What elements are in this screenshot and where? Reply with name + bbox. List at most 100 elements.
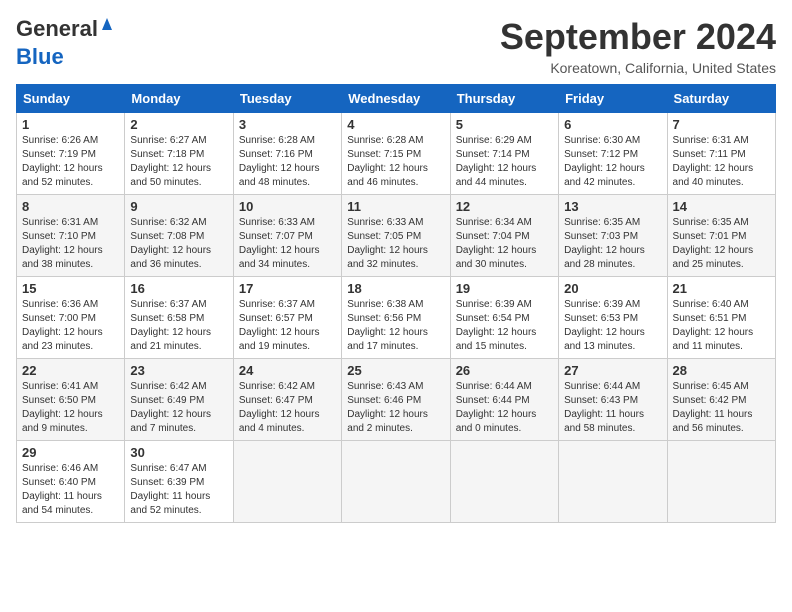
logo-blue: Blue <box>16 44 64 69</box>
day-number: 10 <box>239 199 336 214</box>
cell-content: Sunrise: 6:26 AMSunset: 7:19 PMDaylight:… <box>22 134 119 190</box>
day-number: 24 <box>239 363 336 378</box>
day-number: 29 <box>22 445 119 460</box>
cell-content: Sunrise: 6:44 AMSunset: 6:44 PMDaylight:… <box>456 380 553 436</box>
cell-content: Sunrise: 6:37 AMSunset: 6:57 PMDaylight:… <box>239 298 336 354</box>
calendar-cell: 21 Sunrise: 6:40 AMSunset: 6:51 PMDaylig… <box>667 277 775 359</box>
calendar-cell: 11 Sunrise: 6:33 AMSunset: 7:05 PMDaylig… <box>342 195 450 277</box>
day-number: 25 <box>347 363 444 378</box>
day-number: 2 <box>130 117 227 132</box>
calendar-cell: 7 Sunrise: 6:31 AMSunset: 7:11 PMDayligh… <box>667 113 775 195</box>
calendar-cell: 26 Sunrise: 6:44 AMSunset: 6:44 PMDaylig… <box>450 359 558 441</box>
calendar-week-row: 1 Sunrise: 6:26 AMSunset: 7:19 PMDayligh… <box>17 113 776 195</box>
cell-content: Sunrise: 6:31 AMSunset: 7:11 PMDaylight:… <box>673 134 770 190</box>
calendar-cell: 12 Sunrise: 6:34 AMSunset: 7:04 PMDaylig… <box>450 195 558 277</box>
calendar-cell: 1 Sunrise: 6:26 AMSunset: 7:19 PMDayligh… <box>17 113 125 195</box>
location: Koreatown, California, United States <box>500 60 776 76</box>
calendar-cell: 15 Sunrise: 6:36 AMSunset: 7:00 PMDaylig… <box>17 277 125 359</box>
day-number: 16 <box>130 281 227 296</box>
cell-content: Sunrise: 6:38 AMSunset: 6:56 PMDaylight:… <box>347 298 444 354</box>
cell-content: Sunrise: 6:42 AMSunset: 6:49 PMDaylight:… <box>130 380 227 436</box>
calendar-cell: 29 Sunrise: 6:46 AMSunset: 6:40 PMDaylig… <box>17 441 125 523</box>
day-number: 19 <box>456 281 553 296</box>
calendar-table: SundayMondayTuesdayWednesdayThursdayFrid… <box>16 84 776 523</box>
logo: General Blue <box>16 16 96 70</box>
day-number: 20 <box>564 281 661 296</box>
cell-content: Sunrise: 6:40 AMSunset: 6:51 PMDaylight:… <box>673 298 770 354</box>
calendar-header-monday: Monday <box>125 85 233 113</box>
day-number: 30 <box>130 445 227 460</box>
day-number: 3 <box>239 117 336 132</box>
day-number: 28 <box>673 363 770 378</box>
cell-content: Sunrise: 6:34 AMSunset: 7:04 PMDaylight:… <box>456 216 553 272</box>
calendar-cell: 16 Sunrise: 6:37 AMSunset: 6:58 PMDaylig… <box>125 277 233 359</box>
calendar-cell: 6 Sunrise: 6:30 AMSunset: 7:12 PMDayligh… <box>559 113 667 195</box>
calendar-week-row: 29 Sunrise: 6:46 AMSunset: 6:40 PMDaylig… <box>17 441 776 523</box>
calendar-header-thursday: Thursday <box>450 85 558 113</box>
calendar-header-sunday: Sunday <box>17 85 125 113</box>
calendar-cell: 24 Sunrise: 6:42 AMSunset: 6:47 PMDaylig… <box>233 359 341 441</box>
cell-content: Sunrise: 6:39 AMSunset: 6:54 PMDaylight:… <box>456 298 553 354</box>
calendar-cell <box>667 441 775 523</box>
calendar-header-saturday: Saturday <box>667 85 775 113</box>
calendar-cell: 10 Sunrise: 6:33 AMSunset: 7:07 PMDaylig… <box>233 195 341 277</box>
cell-content: Sunrise: 6:39 AMSunset: 6:53 PMDaylight:… <box>564 298 661 354</box>
calendar-cell: 23 Sunrise: 6:42 AMSunset: 6:49 PMDaylig… <box>125 359 233 441</box>
calendar-cell: 17 Sunrise: 6:37 AMSunset: 6:57 PMDaylig… <box>233 277 341 359</box>
calendar-cell: 8 Sunrise: 6:31 AMSunset: 7:10 PMDayligh… <box>17 195 125 277</box>
month-title: September 2024 <box>500 16 776 58</box>
cell-content: Sunrise: 6:30 AMSunset: 7:12 PMDaylight:… <box>564 134 661 190</box>
cell-content: Sunrise: 6:33 AMSunset: 7:07 PMDaylight:… <box>239 216 336 272</box>
calendar-cell: 20 Sunrise: 6:39 AMSunset: 6:53 PMDaylig… <box>559 277 667 359</box>
day-number: 12 <box>456 199 553 214</box>
day-number: 1 <box>22 117 119 132</box>
day-number: 13 <box>564 199 661 214</box>
cell-content: Sunrise: 6:37 AMSunset: 6:58 PMDaylight:… <box>130 298 227 354</box>
calendar-cell <box>559 441 667 523</box>
cell-content: Sunrise: 6:27 AMSunset: 7:18 PMDaylight:… <box>130 134 227 190</box>
title-block: September 2024 Koreatown, California, Un… <box>500 16 776 76</box>
cell-content: Sunrise: 6:44 AMSunset: 6:43 PMDaylight:… <box>564 380 661 436</box>
day-number: 15 <box>22 281 119 296</box>
day-number: 14 <box>673 199 770 214</box>
day-number: 17 <box>239 281 336 296</box>
day-number: 21 <box>673 281 770 296</box>
calendar-cell: 9 Sunrise: 6:32 AMSunset: 7:08 PMDayligh… <box>125 195 233 277</box>
calendar-cell: 30 Sunrise: 6:47 AMSunset: 6:39 PMDaylig… <box>125 441 233 523</box>
cell-content: Sunrise: 6:33 AMSunset: 7:05 PMDaylight:… <box>347 216 444 272</box>
day-number: 6 <box>564 117 661 132</box>
calendar-cell <box>450 441 558 523</box>
day-number: 8 <box>22 199 119 214</box>
cell-content: Sunrise: 6:31 AMSunset: 7:10 PMDaylight:… <box>22 216 119 272</box>
calendar-week-row: 22 Sunrise: 6:41 AMSunset: 6:50 PMDaylig… <box>17 359 776 441</box>
calendar-cell: 27 Sunrise: 6:44 AMSunset: 6:43 PMDaylig… <box>559 359 667 441</box>
calendar-cell: 3 Sunrise: 6:28 AMSunset: 7:16 PMDayligh… <box>233 113 341 195</box>
calendar-cell: 19 Sunrise: 6:39 AMSunset: 6:54 PMDaylig… <box>450 277 558 359</box>
cell-content: Sunrise: 6:29 AMSunset: 7:14 PMDaylight:… <box>456 134 553 190</box>
calendar-header-tuesday: Tuesday <box>233 85 341 113</box>
day-number: 23 <box>130 363 227 378</box>
logo-arrow-icon <box>96 12 118 34</box>
cell-content: Sunrise: 6:47 AMSunset: 6:39 PMDaylight:… <box>130 462 227 518</box>
calendar-cell: 4 Sunrise: 6:28 AMSunset: 7:15 PMDayligh… <box>342 113 450 195</box>
calendar-cell: 28 Sunrise: 6:45 AMSunset: 6:42 PMDaylig… <box>667 359 775 441</box>
cell-content: Sunrise: 6:43 AMSunset: 6:46 PMDaylight:… <box>347 380 444 436</box>
calendar-header-row: SundayMondayTuesdayWednesdayThursdayFrid… <box>17 85 776 113</box>
calendar-cell <box>342 441 450 523</box>
cell-content: Sunrise: 6:42 AMSunset: 6:47 PMDaylight:… <box>239 380 336 436</box>
day-number: 27 <box>564 363 661 378</box>
calendar-cell: 18 Sunrise: 6:38 AMSunset: 6:56 PMDaylig… <box>342 277 450 359</box>
calendar-cell: 13 Sunrise: 6:35 AMSunset: 7:03 PMDaylig… <box>559 195 667 277</box>
calendar-cell: 14 Sunrise: 6:35 AMSunset: 7:01 PMDaylig… <box>667 195 775 277</box>
day-number: 9 <box>130 199 227 214</box>
day-number: 22 <box>22 363 119 378</box>
calendar-cell <box>233 441 341 523</box>
calendar-cell: 25 Sunrise: 6:43 AMSunset: 6:46 PMDaylig… <box>342 359 450 441</box>
day-number: 18 <box>347 281 444 296</box>
calendar-cell: 2 Sunrise: 6:27 AMSunset: 7:18 PMDayligh… <box>125 113 233 195</box>
page-header: General Blue September 2024 Koreatown, C… <box>16 16 776 76</box>
calendar-header-wednesday: Wednesday <box>342 85 450 113</box>
cell-content: Sunrise: 6:36 AMSunset: 7:00 PMDaylight:… <box>22 298 119 354</box>
calendar-cell: 5 Sunrise: 6:29 AMSunset: 7:14 PMDayligh… <box>450 113 558 195</box>
calendar-week-row: 8 Sunrise: 6:31 AMSunset: 7:10 PMDayligh… <box>17 195 776 277</box>
